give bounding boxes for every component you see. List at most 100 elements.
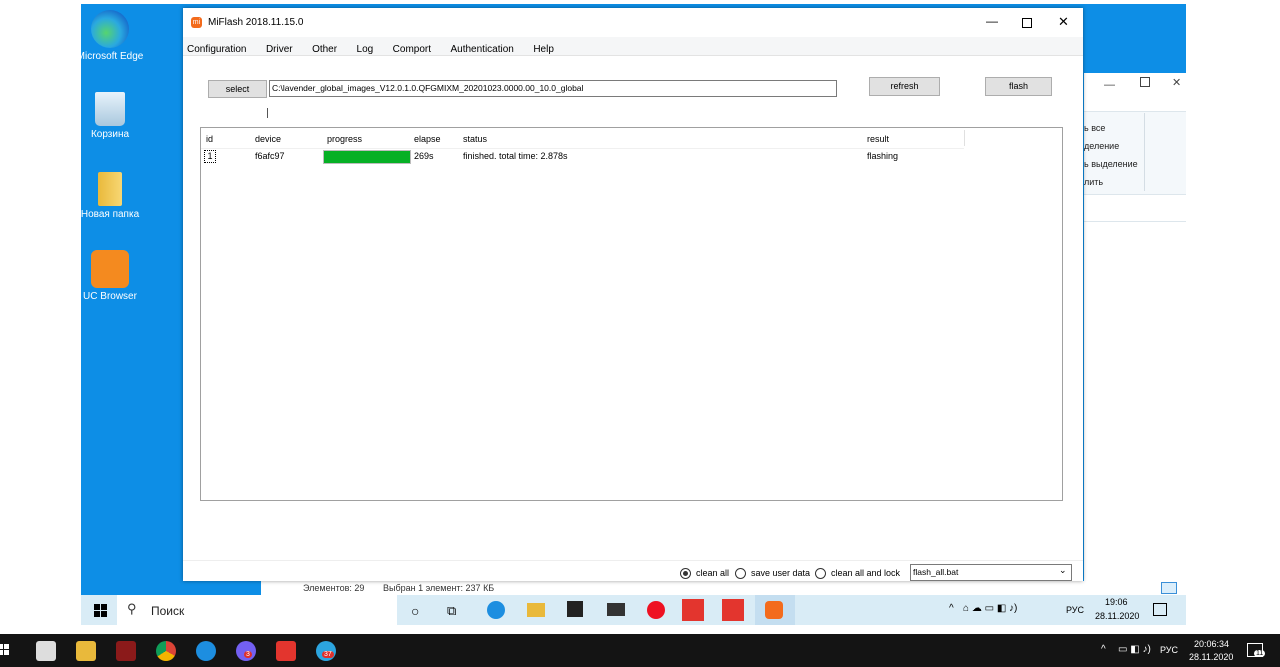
telegram-icon[interactable]: 37 <box>316 641 336 661</box>
tray-chevron-up-icon[interactable]: ^ <box>1101 644 1106 655</box>
ribbon-item[interactable]: деление <box>1084 141 1119 151</box>
select-button[interactable]: select <box>208 80 267 98</box>
menu-help[interactable]: Help <box>533 44 554 55</box>
text-caret <box>267 108 268 118</box>
notification-icon[interactable] <box>1153 603 1167 616</box>
mi-logo-icon: mi <box>191 17 202 28</box>
path-input[interactable]: C:\lavender_global_images_V12.0.1.0.QFGM… <box>269 80 837 97</box>
menu-driver[interactable]: Driver <box>266 44 293 55</box>
uc-browser-icon <box>91 250 129 288</box>
ribbon-item[interactable]: ь выделение <box>1084 159 1138 169</box>
winrar-icon[interactable] <box>116 641 136 661</box>
desktop-icon-label: UC Browser <box>83 291 137 302</box>
column-header-status[interactable]: status <box>463 134 487 144</box>
menu-other[interactable]: Other <box>312 44 337 55</box>
language-indicator[interactable]: РУС <box>1160 645 1178 655</box>
device-table: id device progress elapse status result … <box>200 127 1063 501</box>
cell-id: 1 <box>204 150 216 163</box>
miflash-taskbar-item[interactable] <box>755 595 795 625</box>
clock-date[interactable]: 28.11.2020 <box>1095 611 1139 621</box>
window-title: MiFlash 2018.11.15.0 <box>208 17 304 28</box>
clock-date[interactable]: 28.11.2020 <box>1189 652 1233 662</box>
ribbon-item[interactable]: лить <box>1084 177 1103 187</box>
radio-clean-all[interactable] <box>680 568 691 579</box>
title-bar[interactable]: mi MiFlash 2018.11.15.0 — ✕ <box>183 8 1083 37</box>
radio-save-user-data[interactable] <box>735 568 746 579</box>
anydesk-taskbar-icon[interactable] <box>682 599 704 621</box>
background-explorer-window: — ✕ ь все деление ь выделение лить <box>1084 73 1186 593</box>
progress-fill <box>324 151 410 163</box>
maximize-icon[interactable] <box>1140 77 1150 87</box>
windows-start-icon[interactable] <box>0 644 10 656</box>
chrome-icon[interactable] <box>156 641 176 661</box>
search-placeholder: Поиск <box>151 604 185 618</box>
desktop-icon-label: Microsoft Edge <box>81 51 144 62</box>
recycle-bin-icon <box>95 92 125 126</box>
label-clean-all-lock: clean all and lock <box>831 568 901 578</box>
refresh-button[interactable]: refresh <box>869 77 940 96</box>
status-item-count: Элементов: 29 <box>303 583 365 593</box>
store-taskbar-icon[interactable] <box>567 601 583 617</box>
cell-status: finished. total time: 2.878s <box>463 151 568 161</box>
yandex-taskbar-icon[interactable] <box>647 601 665 619</box>
search-icon: ⚲ <box>127 601 137 616</box>
minimize-icon[interactable]: — <box>986 14 998 28</box>
windows-start-icon[interactable] <box>94 604 107 617</box>
column-header-elapse[interactable]: elapse <box>414 134 441 144</box>
edge-icon[interactable] <box>196 641 216 661</box>
mail-taskbar-icon[interactable] <box>607 603 625 616</box>
miflash-window: mi MiFlash 2018.11.15.0 — ✕ Configuratio… <box>183 8 1083 581</box>
close-icon[interactable]: ✕ <box>1172 76 1181 89</box>
progress-bar <box>323 150 411 164</box>
close-icon[interactable]: ✕ <box>1058 14 1069 30</box>
tray-icons[interactable]: ▭ ◧ ♪) <box>1118 644 1151 655</box>
details-view-icon[interactable] <box>1161 582 1177 594</box>
radio-clean-all-lock[interactable] <box>815 568 826 579</box>
column-header-id[interactable]: id <box>206 134 213 144</box>
flash-button[interactable]: flash <box>985 77 1052 96</box>
clock-time[interactable]: 19:06 <box>1105 597 1128 607</box>
menu-comport[interactable]: Comport <box>393 44 431 55</box>
menu-log[interactable]: Log <box>357 44 374 55</box>
explorer-statusbar: Элементов: 29 Выбран 1 элемент: 237 КБ <box>261 581 1186 595</box>
store-icon[interactable] <box>36 641 56 661</box>
outer-taskbar: 3 37 ^ ▭ ◧ ♪) РУС 20:06:34 28.11.2020 11 <box>0 634 1280 667</box>
edge-taskbar-icon[interactable] <box>487 601 505 619</box>
desktop-icon-folder[interactable]: Новая папка <box>81 172 145 221</box>
tray-chevron-up-icon[interactable]: ^ <box>949 603 954 614</box>
taskbar-search-box[interactable]: ⚲ Поиск <box>117 595 397 625</box>
status-selected: Выбран 1 элемент: 237 КБ <box>383 583 495 593</box>
task-view-icon[interactable]: ⧉ <box>447 603 456 619</box>
column-header-device[interactable]: device <box>255 134 281 144</box>
menu-configuration[interactable]: Configuration <box>187 44 246 55</box>
label-save-user-data: save user data <box>751 568 811 578</box>
language-indicator[interactable]: РУС <box>1066 605 1084 615</box>
maximize-icon[interactable] <box>1022 18 1032 28</box>
ribbon-item[interactable]: ь все <box>1084 123 1105 133</box>
viber-icon[interactable]: 3 <box>236 641 256 661</box>
anydesk-taskbar-icon-2[interactable] <box>722 599 744 621</box>
cell-elapse: 269s <box>414 151 434 161</box>
folder-icon[interactable] <box>76 641 96 661</box>
desktop-icon-uc-browser[interactable]: UC Browser <box>81 250 145 303</box>
script-select[interactable]: flash_all.bat ⌄ <box>910 564 1072 581</box>
desktop-icon-edge[interactable]: Microsoft Edge <box>81 10 145 63</box>
cortana-icon[interactable]: ○ <box>411 603 419 619</box>
explorer-taskbar-icon[interactable] <box>527 603 545 617</box>
column-header-progress[interactable]: progress <box>327 134 362 144</box>
desktop-icon-label: Новая папка <box>81 209 140 220</box>
menu-authentication[interactable]: Authentication <box>450 44 513 55</box>
minimize-icon[interactable]: — <box>1104 79 1115 91</box>
tray-icons[interactable]: ⌂ ☁ ▭ ◧ ♪) <box>963 603 1017 614</box>
label-clean-all: clean all <box>696 568 730 578</box>
inner-taskbar: ⚲ Поиск ○ ⧉ ^ ⌂ ☁ ▭ ◧ ♪) РУС 19:06 28.11… <box>81 595 1186 625</box>
desktop-icon-recycle-bin[interactable]: Корзина <box>81 92 145 141</box>
anydesk-icon[interactable] <box>276 641 296 661</box>
notification-icon[interactable]: 11 <box>1247 643 1266 657</box>
table-row[interactable]: 1 f6afc97 269s finished. total time: 2.8… <box>201 148 964 164</box>
options-bar: clean all save user data clean all and l… <box>183 560 1083 582</box>
column-header-result[interactable]: result <box>867 134 889 144</box>
clock-time[interactable]: 20:06:34 <box>1194 639 1229 649</box>
telegram-badge: 37 <box>322 651 334 658</box>
desktop-icon-label: Корзина <box>90 129 130 140</box>
